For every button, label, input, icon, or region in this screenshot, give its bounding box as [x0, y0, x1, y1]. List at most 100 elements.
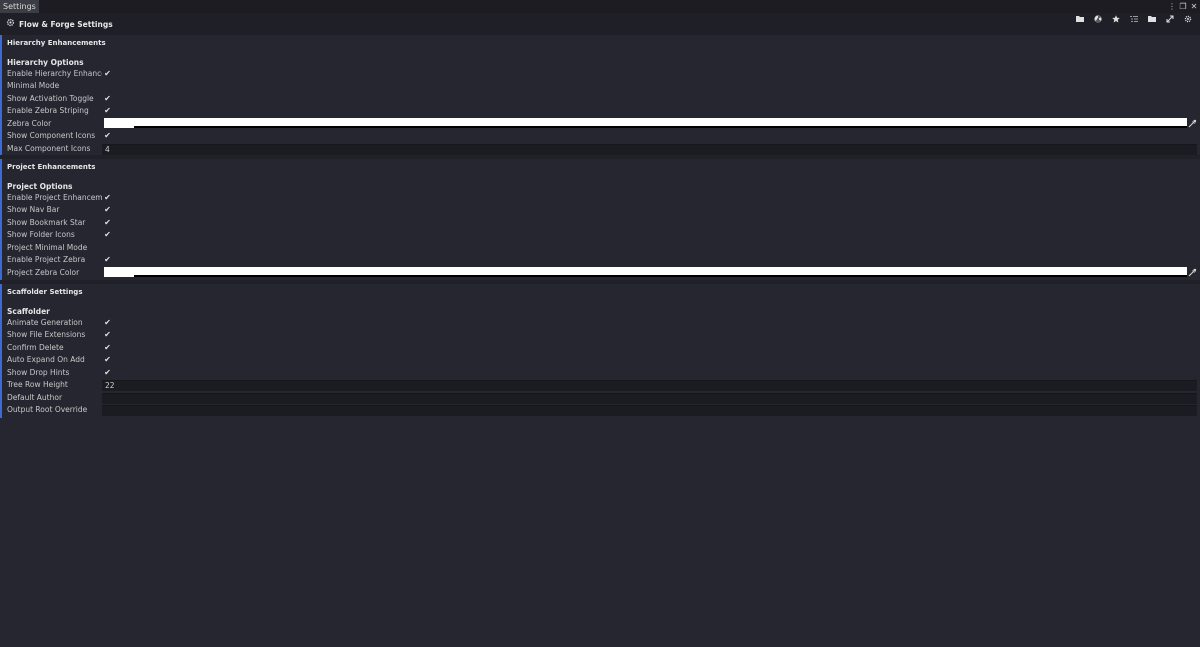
setting-label: Show File Extensions — [7, 330, 86, 339]
setting-label: Tree Row Height — [7, 380, 68, 389]
section-title: Project Enhancements — [7, 163, 96, 171]
setting-row-default-author: Default Author — [2, 392, 1200, 404]
setting-row-zebra-color: Zebra Color — [2, 117, 1200, 130]
project-section: Project Enhancements Project Options Ena… — [0, 159, 1200, 280]
show-component-icons-checkbox[interactable]: ✔ — [103, 131, 112, 140]
minimal-mode-checkbox[interactable] — [103, 81, 112, 90]
project-minimal-mode-checkbox[interactable] — [103, 243, 112, 252]
enable-hierarchy-enhance-checkbox[interactable]: ✔ — [103, 69, 112, 78]
show-nav-bar-checkbox[interactable]: ✔ — [103, 205, 112, 214]
confirm-delete-checkbox[interactable]: ✔ — [103, 343, 112, 352]
window-controls: ⋮ ❐ ✕ — [1168, 1, 1198, 12]
enable-project-zebra-checkbox[interactable]: ✔ — [103, 255, 112, 264]
setting-label: Minimal Mode — [7, 81, 60, 90]
setting-row-show-drop-hints: Show Drop Hints ✔ — [2, 367, 1200, 379]
list-button[interactable] — [1125, 13, 1142, 25]
setting-row-show-file-extensions: Show File Extensions ✔ — [2, 329, 1200, 341]
page-title: Flow & Forge Settings — [19, 20, 113, 29]
tree-row-height-field[interactable]: 22 — [102, 380, 1197, 391]
close-icon[interactable]: ✕ — [1190, 1, 1198, 12]
gear-icon — [1184, 15, 1191, 23]
setting-label: Default Author — [7, 392, 63, 402]
hierarchy-section: Hierarchy Enhancements Hierarchy Options… — [0, 35, 1200, 155]
eyedropper-icon[interactable] — [1188, 119, 1197, 128]
default-author-field[interactable] — [102, 392, 1197, 404]
setting-row-enable-project-zebra: Enable Project Zebra ✔ — [2, 254, 1200, 266]
folder-button[interactable] — [1071, 13, 1088, 25]
setting-label: Show Bookmark Star — [7, 217, 86, 227]
animate-generation-checkbox[interactable]: ✔ — [103, 318, 112, 327]
show-bookmark-star-checkbox[interactable]: ✔ — [103, 218, 112, 227]
more-options-icon[interactable]: ⋮ — [1168, 1, 1176, 12]
setting-label: Animate Generation — [7, 317, 83, 327]
scaffolder-section: Scaffolder Settings Scaffolder Animate G… — [0, 284, 1200, 418]
output-root-override-field[interactable] — [102, 405, 1197, 416]
setting-label: Confirm Delete — [7, 342, 64, 352]
setting-label: Enable Zebra Striping — [7, 106, 89, 115]
project-folder-button[interactable] — [1143, 13, 1160, 25]
show-folder-icons-checkbox[interactable]: ✔ — [103, 230, 112, 239]
setting-row-enable-project-enhanceme: Enable Project Enhanceme ✔ — [2, 192, 1200, 204]
setting-row-tree-row-height: Tree Row Height 22 — [2, 379, 1200, 391]
setting-label: Project Minimal Mode — [7, 242, 88, 252]
setting-label: Enable Project Enhanceme — [7, 192, 102, 202]
setting-label: Auto Expand On Add — [7, 355, 85, 364]
eyedropper-icon[interactable] — [1188, 268, 1197, 277]
auto-expand-on-add-checkbox[interactable]: ✔ — [103, 355, 112, 364]
tab-settings[interactable]: Settings — [0, 0, 39, 13]
setting-row-show-folder-icons: Show Folder Icons ✔ — [2, 229, 1200, 241]
setting-row-animate-generation: Animate Generation ✔ — [2, 317, 1200, 329]
alpha-bar — [134, 274, 1187, 277]
toolbar — [1071, 13, 1196, 25]
enable-zebra-striping-checkbox[interactable]: ✔ — [103, 106, 112, 115]
star-icon — [1111, 15, 1120, 23]
setting-label: Show Component Icons — [7, 131, 96, 140]
list-icon — [1129, 16, 1138, 22]
setting-row-show-component-icons: Show Component Icons ✔ — [2, 130, 1200, 142]
setting-row-output-root-override: Output Root Override — [2, 404, 1200, 416]
group-title: Scaffolder — [7, 307, 50, 316]
radiation-icon — [1093, 15, 1102, 23]
expand-button[interactable] — [1161, 13, 1178, 25]
tab-bar: Settings ⋮ ❐ ✕ — [0, 0, 1200, 13]
setting-label: Enable Project Zebra — [7, 255, 86, 264]
max-component-icons-field[interactable]: 4 — [102, 143, 1197, 155]
setting-row-enable-zebra-striping: Enable Zebra Striping ✔ — [2, 105, 1200, 117]
setting-row-project-zebra-color: Project Zebra Color — [2, 266, 1200, 279]
setting-row-show-bookmark-star: Show Bookmark Star ✔ — [2, 217, 1200, 229]
setting-label: Max Component Icons — [7, 143, 91, 153]
maximize-icon[interactable]: ❐ — [1179, 1, 1187, 12]
enable-project-enhanceme-checkbox[interactable]: ✔ — [103, 193, 112, 202]
alpha-bar — [134, 125, 1187, 128]
project-zebra-color-swatch[interactable] — [104, 266, 1187, 277]
setting-label: Show Drop Hints — [7, 367, 70, 377]
setting-row-max-component-icons: Max Component Icons 4 — [2, 143, 1200, 155]
folder-icon — [1075, 16, 1084, 22]
show-activation-toggle-checkbox[interactable]: ✔ — [103, 94, 112, 103]
setting-row-auto-expand-on-add: Auto Expand On Add ✔ — [2, 354, 1200, 366]
setting-label: Show Folder Icons — [7, 230, 75, 239]
zebra-color-swatch[interactable] — [104, 117, 1187, 128]
section-title: Hierarchy Enhancements — [7, 39, 106, 47]
gear-icon — [6, 18, 15, 27]
settings-header: Flow & Forge Settings — [0, 13, 1200, 35]
show-file-extensions-checkbox[interactable]: ✔ — [103, 330, 112, 339]
setting-label: Show Nav Bar — [7, 205, 60, 214]
setting-label: Output Root Override — [7, 405, 88, 414]
setting-row-show-activation-toggle: Show Activation Toggle ✔ — [2, 93, 1200, 105]
setting-row-enable-hierarchy-enhance: Enable Hierarchy Enhance ✔ — [2, 68, 1200, 80]
setting-label: Zebra Color — [7, 118, 52, 128]
folder-icon — [1147, 16, 1156, 22]
setting-label: Project Zebra Color — [7, 267, 80, 277]
group-title: Project Options — [7, 182, 73, 191]
radiation-button[interactable] — [1089, 13, 1106, 25]
bookmark-button[interactable] — [1107, 13, 1124, 25]
section-title: Scaffolder Settings — [7, 288, 83, 296]
show-drop-hints-checkbox[interactable]: ✔ — [103, 368, 112, 377]
setting-label: Enable Hierarchy Enhance — [7, 68, 102, 78]
settings-button[interactable] — [1179, 13, 1196, 25]
expand-icon — [1166, 15, 1173, 23]
setting-row-project-minimal-mode: Project Minimal Mode — [2, 242, 1200, 254]
setting-row-show-nav-bar: Show Nav Bar ✔ — [2, 204, 1200, 216]
group-title: Hierarchy Options — [7, 58, 84, 67]
